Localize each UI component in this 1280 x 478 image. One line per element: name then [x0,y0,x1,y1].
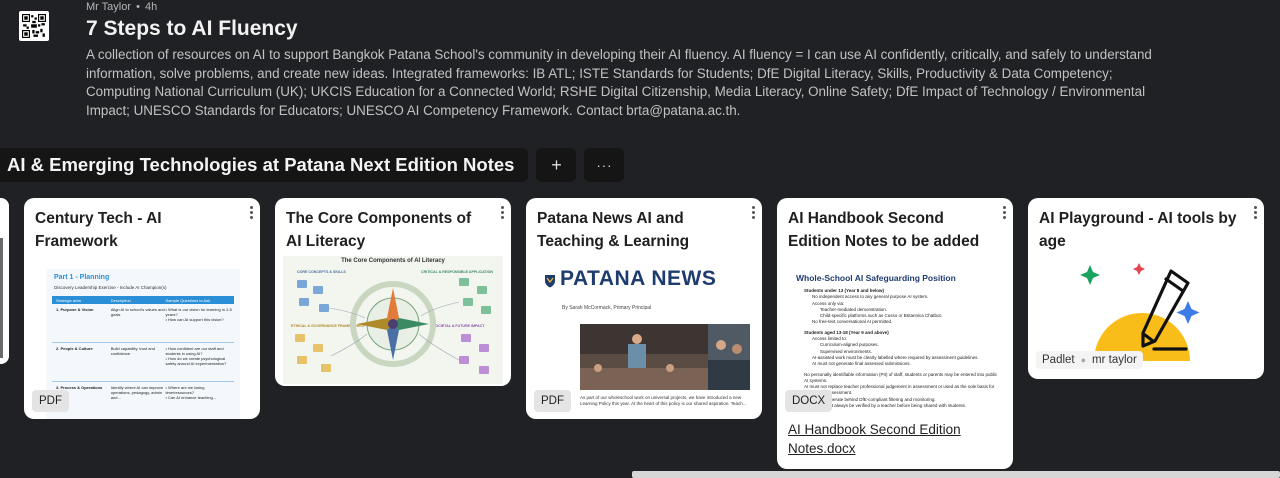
doc-body: Students under 13 (Year 8 and below) No … [804,288,998,409]
source-attribution: Padlet ● mr taylor [1036,351,1143,369]
card-century-tech[interactable]: Century Tech - AI Framework Part 1 - Pla… [24,198,260,419]
table-row: 2. People & Culture Build capability, tr… [52,343,234,382]
card-menu-icon[interactable] [499,206,505,219]
add-post-button[interactable]: + [536,148,577,182]
qr-code [19,11,49,41]
news-byline: By Sarah McCormack, Primary Principal [562,305,652,311]
table-header: Description [110,297,131,303]
plus-icon: + [551,154,562,175]
infographic-preview: The Core Components of AI Literacy CORE … [283,256,503,384]
card-title: AI Playground - AI tools by age [1039,210,1237,250]
news-body: As part of our wholeschool work on unive… [580,395,747,406]
card-menu-icon[interactable] [1001,206,1007,219]
card-title: AI Handbook Second Edition Notes to be a… [788,210,980,250]
source-name: Padlet [1042,354,1075,366]
card-ai-handbook[interactable]: AI Handbook Second Edition Notes to be a… [777,198,1013,469]
horizontal-scrollbar[interactable] [632,471,1280,478]
section-title[interactable]: AI & Emerging Technologies at Patana Nex… [0,148,529,182]
author-name: Mr Taylor [86,1,132,13]
more-icon: ··· [596,157,613,173]
card-menu-icon[interactable] [248,206,254,219]
section-more-button[interactable]: ··· [584,148,625,182]
school-crest-icon [544,274,556,288]
time-ago: 4h [145,1,158,13]
table-header: Sample Questions to Ask [165,297,211,303]
page-title: 7 Steps to AI Fluency [86,17,298,40]
doc-heading: Whole-School AI Safeguarding Position [796,273,956,283]
table-header: Strategic area [56,297,81,303]
news-masthead: PATANA NEWS [560,267,717,290]
post-meta: Mr Taylor • 4h [86,1,157,13]
card-core-components[interactable]: The Core Components of AI Literacy The C… [275,198,511,386]
meta-separator: • [136,1,140,13]
page-description: A collection of resources on AI to suppo… [86,47,1152,118]
compass-icon [295,278,491,374]
table-row: 1. Purpose & Vision Align AI to school's… [52,304,234,343]
file-download-link[interactable]: AI Handbook Second Edition Notes.docx [788,420,988,458]
file-type-badge: DOCX [785,390,833,412]
preview-subheading: Discovery Leadership Exercise - Include … [54,285,167,290]
file-type-badge: PDF [32,390,69,412]
table-row: 3. Process & Operations Identify where A… [56,385,217,400]
partial-card[interactable] [0,198,9,364]
preview-heading: Part 1 - Planning [54,274,110,281]
preview-table: Strategic area Description Sample Questi… [52,296,234,416]
card-menu-icon[interactable] [750,206,756,219]
news-photo [708,324,750,390]
section-header: AI & Emerging Technologies at Patana Nex… [0,148,625,182]
source-author: mr taylor [1092,354,1137,366]
card-ai-playground[interactable]: AI Playground - AI tools by age Padlet ●… [1028,198,1264,379]
card-patana-news[interactable]: Patana News AI and Teaching & Learning P… [526,198,762,419]
card-title: Patana News AI and Teaching & Learning [537,210,690,250]
attribution-dot: ● [1080,355,1087,365]
file-type-badge: PDF [534,390,571,412]
card-menu-icon[interactable] [1252,206,1258,219]
pdf-preview: Part 1 - Planning Discovery Leadership E… [46,269,240,419]
news-photo [580,324,708,390]
card-title: Century Tech - AI Framework [35,210,162,250]
card-title: The Core Components of AI Literacy [286,210,472,250]
qr-code-icon [22,14,46,38]
